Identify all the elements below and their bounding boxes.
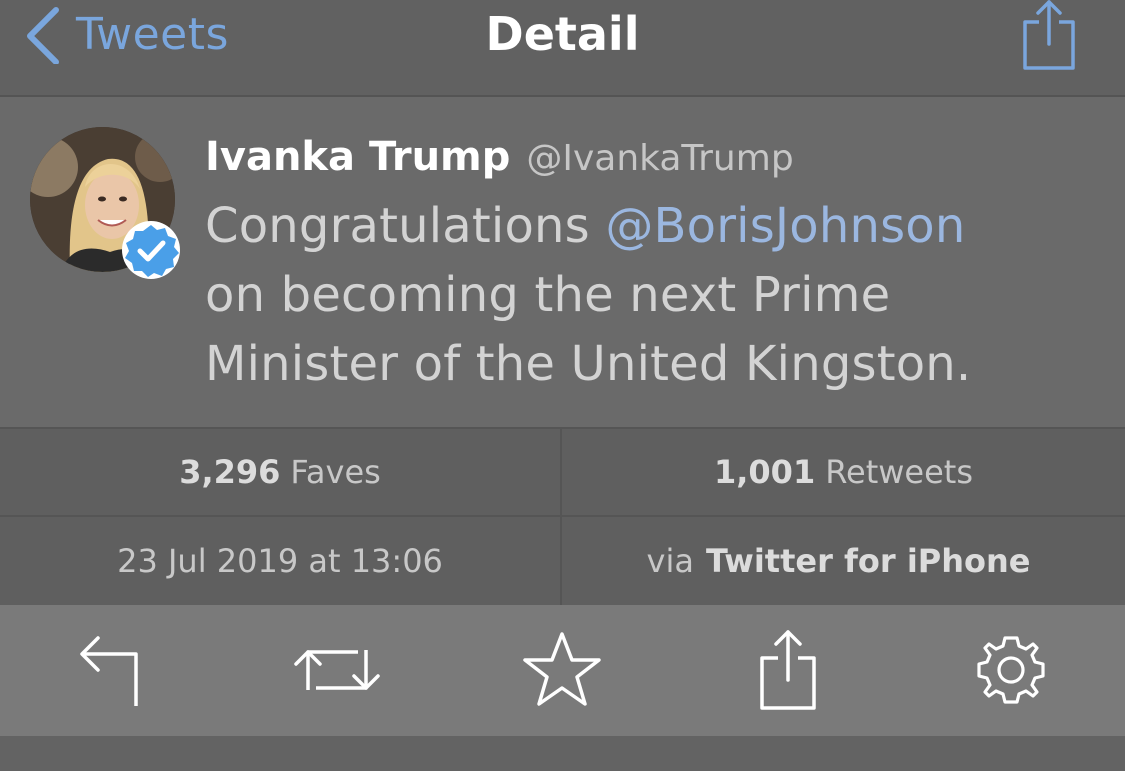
share-icon [1023,0,1075,70]
tweet-card: Ivanka Trump @IvankaTrump Congratulation… [0,97,1125,427]
author-name[interactable]: Ivanka Trump [205,134,510,180]
timestamp-text: 23 Jul 2019 at 13:06 [117,542,443,580]
reply-icon [80,636,138,706]
tweet-text-segment: Congratulations [205,198,606,254]
via-prefix: via [646,542,694,580]
tweet-text-line: Congratulations @BorisJohnson [205,192,1085,261]
bottom-strip [0,736,1125,771]
tweet-stats: 3,296 Faves 1,001 Retweets 23 Jul 2019 a… [0,427,1125,605]
retweets-count: 1,001 [713,453,816,491]
share-icon [760,630,816,710]
retweet-icon [294,650,380,690]
favorite-button[interactable] [517,625,607,715]
tweet-timestamp: 23 Jul 2019 at 13:06 [0,517,562,605]
navigation-bar: Tweets Detail [0,0,1125,97]
back-button[interactable]: Tweets [22,4,229,64]
tweet-source[interactable]: via Twitter for iPhone [562,517,1125,605]
nav-share-button[interactable] [1019,0,1079,74]
verified-badge-icon [122,221,180,279]
settings-button[interactable] [966,625,1056,715]
tweet-text-line: Minister of the United Kingston. [205,336,972,392]
faves-stat[interactable]: 3,296 Faves [0,429,562,517]
share-button[interactable] [743,625,833,715]
action-toolbar [0,605,1125,736]
retweet-button[interactable] [292,625,382,715]
tweet-text: Congratulations @BorisJohnson on becomin… [205,192,1085,399]
retweets-label: Retweets [825,453,973,491]
reply-button[interactable] [66,625,156,715]
faves-count: 3,296 [179,453,281,491]
back-button-label: Tweets [76,8,229,60]
chevron-left-icon [27,7,59,64]
gear-icon [977,636,1045,704]
retweets-stat[interactable]: 1,001 Retweets [562,429,1125,517]
star-icon [523,632,601,706]
author-handle[interactable]: @IvankaTrump [526,138,793,179]
faves-label: Faves [290,453,381,491]
author-line: Ivanka Trump @IvankaTrump [205,134,794,180]
via-source: Twitter for iPhone [705,542,1031,580]
mention-link[interactable]: @BorisJohnson [605,198,965,254]
tweet-text-line: on becoming the next Prime [205,267,891,323]
avatar[interactable] [30,127,180,279]
